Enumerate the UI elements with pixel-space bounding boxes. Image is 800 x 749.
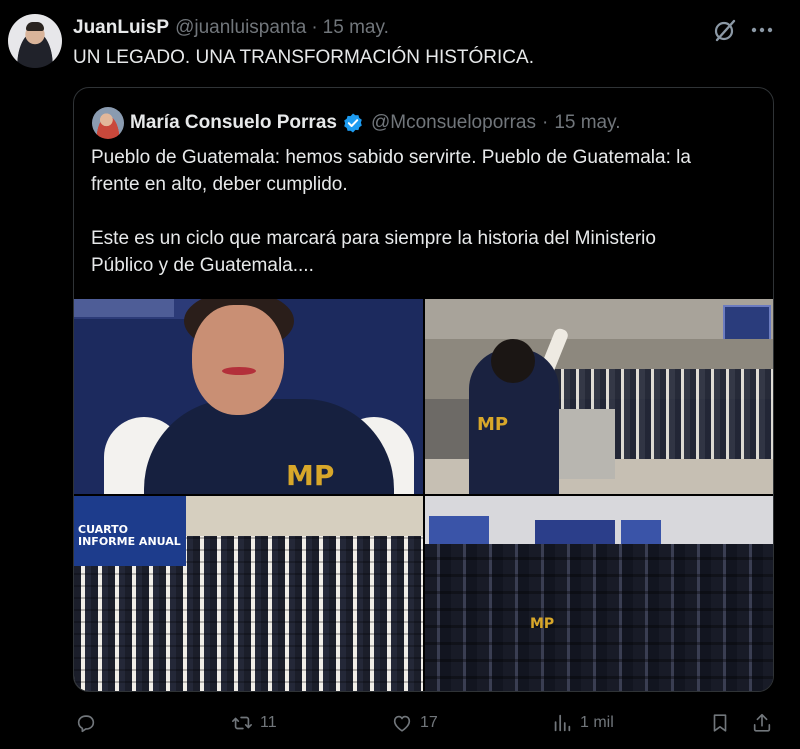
quoted-text-line: frente en alto, deber cumplido. [91, 174, 348, 195]
mp-logo: MP [477, 414, 509, 435]
quoted-author-handle[interactable]: @Mconsueloporras [371, 112, 536, 134]
tweet-text: UN LEGADO. UNA TRANSFORMACIÓN HISTÓRICA. [73, 47, 534, 68]
reply-icon [77, 715, 95, 733]
quoted-text: Pueblo de Guatemala: hemos sabido servir… [91, 144, 761, 279]
quoted-text-line: Pueblo de Guatemala: hemos sabido servir… [91, 147, 691, 168]
photo-2[interactable]: MP [425, 299, 773, 494]
quoted-header: María Consuelo Porras @Mconsueloporras ·… [130, 109, 621, 137]
retweet-count: 11 [260, 714, 277, 731]
tweet-date[interactable]: 15 may. [323, 17, 389, 39]
verified-badge-icon [344, 113, 362, 133]
quoted-date[interactable]: 15 may. [554, 112, 620, 134]
quoted-text-line: Este es un ciclo que marcará para siempr… [91, 228, 656, 249]
screen-title: CUARTO INFORME ANUAL [78, 523, 181, 548]
tweet-header: JuanLuisP @juanluispanta · 15 may. [73, 16, 389, 40]
heart-icon [393, 715, 411, 732]
retweet-icon [232, 716, 252, 730]
bookmark-icon [713, 714, 727, 732]
mp-logo: MP [286, 459, 335, 492]
reply-button[interactable] [75, 707, 104, 739]
share-button[interactable] [751, 707, 773, 739]
share-icon [753, 713, 771, 732]
like-button[interactable]: 17 [391, 707, 438, 739]
action-bar: 11 17 1 mil [73, 707, 775, 739]
separator-dot: · [311, 17, 318, 38]
author-name[interactable]: JuanLuisP [73, 17, 169, 39]
photo-3[interactable]: CUARTO INFORME ANUAL [74, 496, 423, 691]
more-icon[interactable] [748, 16, 776, 44]
bookmark-button[interactable] [709, 707, 731, 739]
author-handle[interactable]: @juanluispanta [175, 17, 306, 39]
author-avatar[interactable] [8, 14, 62, 68]
photo-grid: MP MP CUARTO INFORME ANUAL MP [74, 299, 773, 691]
mp-logo: MP [530, 616, 555, 632]
retweet-button[interactable]: 11 [231, 707, 277, 739]
views-icon [554, 714, 571, 732]
like-count: 17 [420, 714, 438, 731]
photo-1[interactable]: MP [74, 299, 423, 494]
grok-icon[interactable] [711, 16, 739, 44]
photo-4[interactable]: MP [425, 496, 773, 691]
quoted-author-avatar[interactable] [92, 107, 124, 139]
views-count: 1 mil [580, 714, 614, 731]
quoted-text-line: Público y de Guatemala.... [91, 255, 314, 276]
separator-dot: · [541, 112, 549, 133]
quoted-author-name[interactable]: María Consuelo Porras [130, 112, 337, 134]
views-button[interactable]: 1 mil [551, 707, 614, 739]
quoted-tweet[interactable]: María Consuelo Porras @Mconsueloporras ·… [73, 87, 774, 692]
